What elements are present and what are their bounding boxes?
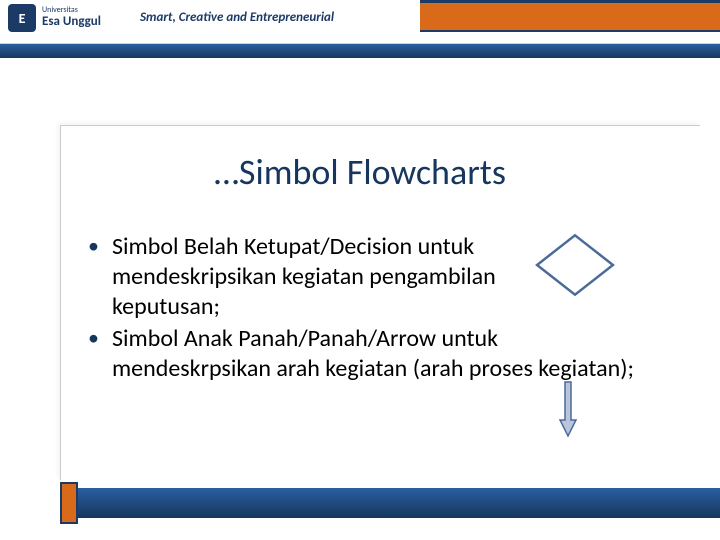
logo-text: Universitas Esa Unggul	[42, 6, 101, 29]
list-item: Simbol Anak Panah/Panah/Arrow untuk mend…	[88, 324, 650, 384]
logo-name: Esa Unggul	[42, 15, 101, 29]
logo-icon: E	[8, 4, 36, 32]
header-blue-bar	[0, 44, 720, 58]
page-title: …Simbol Flowcharts	[0, 150, 720, 194]
bullet-text: Simbol Anak Panah/Panah/Arrow untuk mend…	[112, 324, 634, 383]
arrow-down-icon	[558, 380, 578, 438]
bullet-text: Simbol Belah Ketupat/Decision untuk mend…	[112, 232, 522, 322]
logo: E Universitas Esa Unggul	[8, 4, 101, 32]
footer-blue-bar	[60, 488, 720, 518]
footer-orange-accent	[60, 482, 78, 524]
header-orange-strip	[420, 0, 720, 32]
tagline: Smart, Creative and Entrepreneurial	[140, 10, 334, 25]
decision-diamond-icon	[532, 232, 618, 298]
